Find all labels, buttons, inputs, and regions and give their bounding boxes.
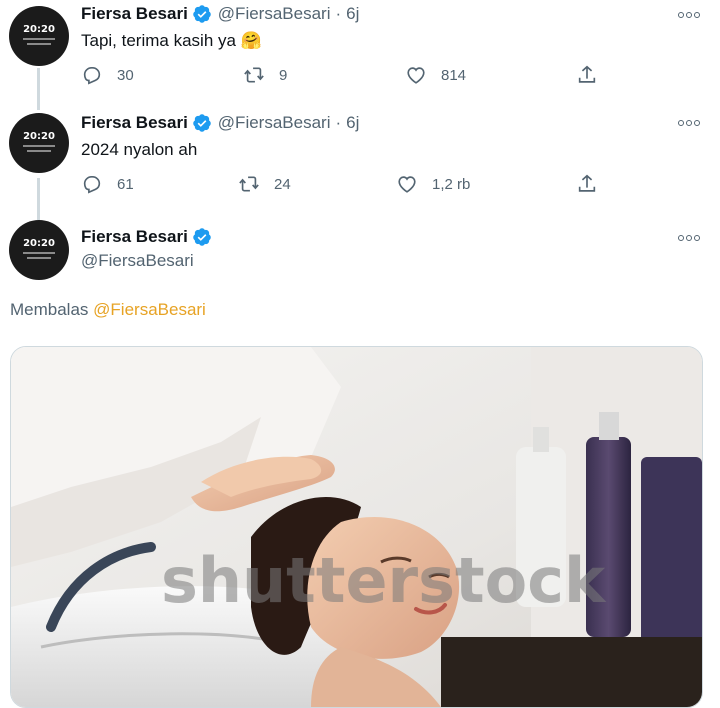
avatar-label: 20:20 [23, 131, 55, 142]
retweet-button[interactable]: 9 [243, 64, 287, 86]
tweet-text: Tapi, terima kasih ya 🤗 [81, 31, 262, 50]
thread-line [37, 178, 40, 220]
handle[interactable]: @FiersaBesari [81, 251, 194, 271]
reply-count: 61 [117, 175, 134, 193]
like-count: 814 [441, 66, 467, 84]
more-icon[interactable] [678, 118, 700, 126]
display-name[interactable]: Fiersa Besari [81, 227, 188, 247]
thread-line [37, 68, 40, 110]
handle[interactable]: @FiersaBesari [218, 113, 331, 133]
avatar-label: 20:20 [23, 238, 55, 249]
like-icon [407, 67, 425, 84]
more-icon[interactable] [678, 233, 700, 241]
display-name[interactable]: Fiersa Besari [81, 113, 188, 133]
retweet-icon [239, 176, 259, 192]
retweet-count: 24 [274, 175, 291, 193]
avatar-decoration [23, 145, 55, 147]
display-name[interactable]: Fiersa Besari [81, 4, 188, 24]
share-icon [578, 65, 596, 83]
reply-button[interactable]: 30 [81, 64, 134, 86]
like-icon [398, 176, 416, 193]
timestamp[interactable]: 6j [346, 113, 359, 133]
avatar[interactable]: 20:20 [9, 113, 69, 173]
verified-badge-icon [193, 5, 211, 23]
avatar-decoration [27, 150, 51, 152]
reply-count: 30 [117, 66, 134, 84]
like-button[interactable]: 1,2 rb [396, 173, 470, 195]
reply-icon [83, 67, 101, 85]
verified-badge-icon [193, 114, 211, 132]
timestamp[interactable]: 6j [346, 4, 359, 24]
avatar[interactable]: 20:20 [9, 220, 69, 280]
reply-button[interactable]: 61 [81, 173, 134, 195]
handle[interactable]: @FiersaBesari [218, 4, 331, 24]
tweet-header: Fiersa Besari @FiersaBesari · 6j [81, 4, 359, 24]
avatar-decoration [23, 252, 55, 254]
share-icon [578, 174, 596, 192]
reply-mention-link[interactable]: @FiersaBesari [93, 300, 206, 319]
separator: · [335, 4, 342, 23]
tweet-header: Fiersa Besari [81, 227, 212, 247]
tweet-text: 2024 nyalon ah [81, 140, 198, 159]
share-button[interactable] [576, 64, 598, 86]
retweet-button[interactable]: 24 [238, 173, 291, 195]
avatar-label: 20:20 [23, 24, 55, 35]
watermark-text: shutterstock [161, 544, 607, 617]
retweet-icon [244, 67, 264, 83]
reply-icon [83, 176, 101, 194]
salon-photo: shutterstock [11, 347, 702, 707]
avatar[interactable]: 20:20 [9, 6, 69, 66]
verified-badge-icon [193, 228, 211, 246]
replying-to-label: Membalas [10, 300, 89, 319]
avatar-decoration [27, 43, 51, 45]
retweet-count: 9 [279, 66, 288, 84]
replying-to: Membalas @FiersaBesari [10, 300, 206, 320]
separator: · [335, 113, 342, 132]
like-button[interactable]: 814 [405, 64, 466, 86]
avatar-decoration [23, 38, 55, 40]
tweet-image[interactable]: shutterstock [10, 346, 703, 708]
tweet-header: Fiersa Besari @FiersaBesari · 6j [81, 113, 359, 133]
more-icon[interactable] [678, 10, 700, 18]
avatar-decoration [27, 257, 51, 259]
like-count: 1,2 rb [432, 175, 471, 193]
share-button[interactable] [576, 173, 598, 195]
